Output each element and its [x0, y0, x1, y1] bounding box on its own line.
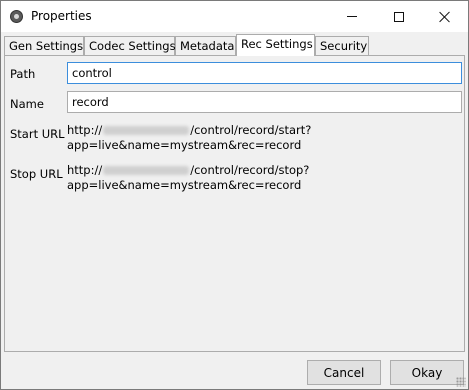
path-label: Path	[10, 67, 36, 81]
stop-url-prefix: http://	[67, 163, 103, 177]
app-icon	[10, 10, 23, 23]
tab-security[interactable]: Security	[315, 36, 369, 56]
maximize-button[interactable]	[376, 1, 422, 32]
properties-dialog: Properties Gen Settings Codec Settings M…	[0, 0, 469, 390]
stop-url-label: Stop URL	[10, 167, 63, 181]
stop-url-query: app=live&name=mystream&rec=record	[67, 178, 302, 192]
tab-codec-settings[interactable]: Codec Settings	[84, 36, 176, 56]
tab-rec-settings[interactable]: Rec Settings	[236, 34, 315, 56]
path-input[interactable]	[67, 62, 462, 84]
maximize-icon	[394, 11, 404, 22]
close-button[interactable]	[422, 1, 468, 32]
close-icon	[439, 11, 451, 23]
redacted-host	[103, 126, 190, 135]
resize-grip-icon[interactable]	[456, 377, 466, 387]
redacted-host	[103, 166, 190, 175]
start-url-value: http:// /control/record/start? app=live&n…	[67, 123, 311, 153]
name-label: Name	[10, 97, 44, 111]
stop-url-path: /control/record/stop?	[190, 163, 310, 177]
name-input[interactable]	[67, 91, 462, 113]
okay-button[interactable]: Okay	[390, 360, 464, 385]
minimize-button[interactable]	[329, 1, 375, 32]
window-title: Properties	[31, 9, 92, 23]
rec-settings-panel: Path Name Start URL http:// /control/reco…	[4, 55, 465, 352]
start-url-label: Start URL	[10, 127, 65, 141]
tab-gen-settings[interactable]: Gen Settings	[4, 36, 84, 56]
start-url-query: app=live&name=mystream&rec=record	[67, 138, 302, 152]
tab-metadata[interactable]: Metadata	[175, 36, 236, 56]
stop-url-value: http:// /control/record/stop? app=live&na…	[67, 163, 309, 193]
minimize-icon	[347, 16, 357, 17]
start-url-prefix: http://	[67, 123, 103, 137]
title-bar[interactable]: Properties	[1, 1, 468, 32]
start-url-path: /control/record/start?	[190, 123, 312, 137]
cancel-button[interactable]: Cancel	[307, 360, 381, 385]
